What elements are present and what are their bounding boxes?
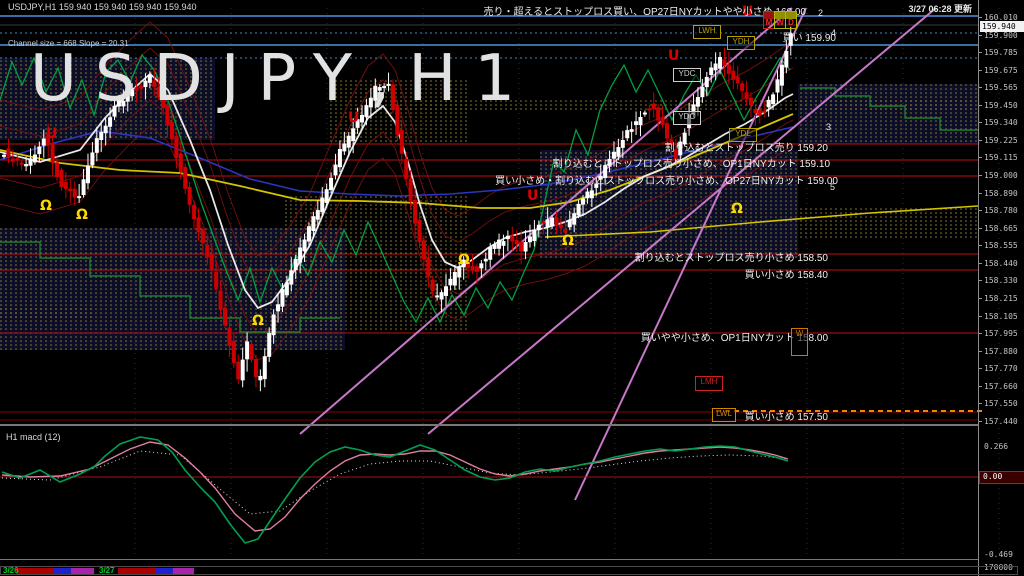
session-segment bbox=[71, 568, 94, 574]
price-axis-label: 158.105 bbox=[984, 311, 1018, 321]
svg-text:Ω: Ω bbox=[252, 313, 264, 329]
price-axis-label: 158.215 bbox=[984, 293, 1018, 303]
axis-tick bbox=[979, 368, 982, 370]
channel-number-label: 5 bbox=[830, 182, 836, 192]
svg-text:U: U bbox=[668, 48, 679, 64]
axis-tick bbox=[979, 280, 982, 282]
axis-tick bbox=[979, 350, 982, 352]
axis-tick bbox=[979, 245, 982, 247]
price-axis-label: 158.665 bbox=[984, 223, 1018, 233]
ohlc-readout: USDJPY,H1 159.940 159.940 159.940 159.94… bbox=[8, 2, 197, 12]
trade-annotation: 割り込むとストップロス売り小さめ 158.50 bbox=[634, 253, 828, 264]
panel-separator[interactable] bbox=[0, 424, 978, 426]
price-axis-label: 158.555 bbox=[984, 241, 1018, 251]
session-segment bbox=[118, 568, 156, 574]
date-label: 3/26 bbox=[3, 566, 19, 575]
svg-text:Ω: Ω bbox=[40, 198, 52, 214]
axis-tick bbox=[979, 210, 982, 212]
pivot-label-ydl: YDL bbox=[729, 128, 757, 142]
watermark-symbol: USDJPY,H1 bbox=[30, 42, 534, 116]
price-axis-label: 159.785 bbox=[984, 48, 1018, 58]
price-axis-label: 157.995 bbox=[984, 329, 1018, 339]
axis-tick bbox=[979, 297, 982, 299]
channel-number-label: 4 bbox=[831, 28, 837, 38]
svg-text:Ω: Ω bbox=[562, 233, 574, 249]
panel-separator-2 bbox=[0, 559, 978, 560]
trade-annotation: 売り・超えるとストップロス買い、OP27日NYカットやや小さめ 160.00 bbox=[483, 7, 806, 18]
trade-annotation: 買い小さめ 157.50 bbox=[744, 412, 828, 423]
price-axis-label: 159.340 bbox=[984, 118, 1018, 128]
session-segment bbox=[156, 568, 173, 574]
price-axis-label: 158.440 bbox=[984, 258, 1018, 268]
price-axis-label: 159.565 bbox=[984, 83, 1018, 93]
price-axis-label: 158.780 bbox=[984, 206, 1018, 216]
axis-tick bbox=[979, 315, 982, 317]
svg-text:U: U bbox=[527, 188, 538, 204]
axis-tick bbox=[979, 157, 982, 159]
price-axis-label: 159.450 bbox=[984, 100, 1018, 110]
channel-info: Channel size = 668 Slope = 20.31 bbox=[8, 39, 129, 48]
date-label: 3/27 bbox=[99, 566, 115, 575]
price-axis-label: 159.115 bbox=[984, 153, 1018, 163]
axis-tick bbox=[979, 192, 982, 194]
price-axis-label: 157.880 bbox=[984, 346, 1018, 356]
axis-tick bbox=[979, 227, 982, 229]
axis-tick bbox=[979, 385, 982, 387]
axis-tick bbox=[979, 262, 982, 264]
svg-text:Ω: Ω bbox=[458, 252, 470, 268]
svg-text:U: U bbox=[46, 126, 57, 142]
pivot-label-ydc: YDC bbox=[673, 68, 701, 82]
period-pivot-box-d: D bbox=[785, 11, 797, 29]
axis-tick bbox=[979, 17, 982, 18]
macd-max-label: 0.266 bbox=[984, 442, 1009, 451]
pivot-label-ydo: YDO bbox=[673, 111, 701, 125]
session-timeline-bar[interactable]: 3/26 3/27 bbox=[0, 566, 1018, 575]
pivot-label-lmh: LMH bbox=[695, 376, 723, 391]
price-axis-label: 159.225 bbox=[984, 135, 1018, 145]
macd-min-label: -0.469 bbox=[984, 550, 1013, 559]
macd-zero-box: 0.00 bbox=[979, 471, 1024, 484]
macd-label: H1 macd (12) bbox=[6, 432, 61, 442]
session-segment bbox=[54, 568, 71, 574]
pivot-label-ydh: YDH bbox=[727, 36, 755, 50]
pivot-label-w: W bbox=[791, 328, 808, 356]
axis-tick bbox=[979, 87, 982, 89]
price-axis-label: 157.660 bbox=[984, 381, 1018, 391]
channel-number-label: 2 bbox=[818, 8, 824, 18]
session-segment bbox=[173, 568, 194, 574]
price-axis-label: 159.000 bbox=[984, 171, 1018, 181]
axis-tick bbox=[979, 52, 982, 54]
axis-tick bbox=[979, 420, 982, 422]
axis-tick bbox=[979, 139, 982, 141]
price-axis-label: 159.675 bbox=[984, 65, 1018, 75]
last-update-time: 3/27 06:28 更新 bbox=[908, 4, 972, 14]
price-axis-label: 158.330 bbox=[984, 276, 1018, 286]
trade-annotation: 割り込むとストップロス売り小さめ、OP1日NYカット 159.10 bbox=[552, 159, 830, 170]
pivot-label-lwl: LWL bbox=[712, 408, 736, 422]
price-axis-label: 158.890 bbox=[984, 188, 1018, 198]
axis-tick bbox=[979, 333, 982, 335]
pivot-label-lwh: LWH bbox=[693, 25, 721, 39]
session-segment bbox=[16, 568, 54, 574]
channel-number-label: 3 bbox=[826, 122, 832, 132]
price-axis-label: 157.550 bbox=[984, 399, 1018, 409]
axis-tick bbox=[979, 34, 982, 36]
axis-tick bbox=[979, 175, 982, 177]
macd-curves bbox=[0, 436, 978, 544]
trade-annotation: 買い小さめ 158.40 bbox=[744, 270, 828, 281]
trading-chart-window: ΩΩΩΩΩΩUUUUU USDJPY,H1 USDJPY,H1 159.940 … bbox=[0, 0, 1024, 576]
axis-tick bbox=[979, 104, 982, 106]
axis-tick bbox=[979, 122, 982, 124]
price-axis-label: 157.770 bbox=[984, 364, 1018, 374]
trade-annotation: 買い 159.90 bbox=[782, 33, 836, 44]
svg-text:Ω: Ω bbox=[731, 201, 743, 217]
axis-tick bbox=[979, 403, 982, 405]
svg-text:Ω: Ω bbox=[76, 207, 88, 223]
axis-tick bbox=[979, 69, 982, 71]
trade-annotation: 買い小さめ・割り込むとストップロス売り小さめ、OP27日NYカット 159.00 bbox=[495, 176, 838, 187]
price-axis-label: 157.440 bbox=[984, 416, 1018, 426]
current-bid-box: 159.940 bbox=[980, 21, 1024, 32]
